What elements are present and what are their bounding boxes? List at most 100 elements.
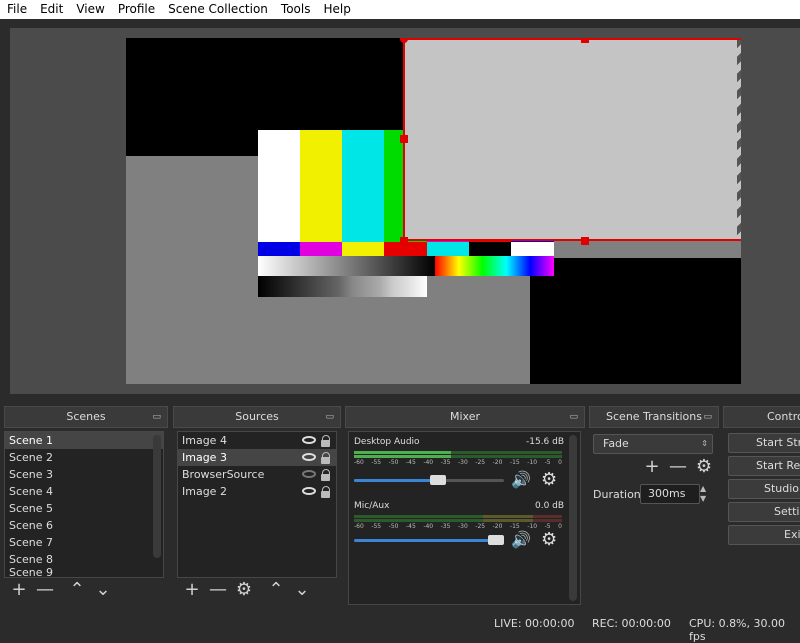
add-source-icon[interactable]: +	[179, 580, 205, 600]
transitions-dock-title: Scene Transitions ▭	[589, 406, 719, 428]
eye-icon[interactable]	[302, 487, 316, 495]
source-name: Image 4	[182, 434, 227, 447]
mixer-panel: Desktop Audio -15.6 dB -60 -55 -50 -45 -40 -3…	[348, 431, 581, 605]
menu-bar: File Edit View Profile Scene Collection …	[0, 0, 800, 19]
sources-toolbar: + — ⚙ ⌃ ⌄	[179, 580, 315, 600]
controls-dock-title: Controls	[723, 406, 800, 428]
menu-help[interactable]: Help	[316, 0, 356, 19]
image-source-black-bottom[interactable]	[530, 258, 741, 384]
source-item[interactable]: Image 2	[178, 483, 336, 500]
move-down-icon[interactable]: ⌄	[90, 580, 116, 600]
lock-icon[interactable]	[321, 486, 330, 498]
eye-icon[interactable]	[302, 436, 316, 444]
preview-canvas[interactable]	[126, 38, 741, 384]
menu-tools[interactable]: Tools	[274, 0, 317, 19]
remove-transition-icon[interactable]: —	[665, 457, 691, 477]
sources-dock-title: Sources ▭	[173, 406, 341, 428]
gear-icon[interactable]: ⚙	[541, 469, 557, 490]
scene-item[interactable]: Scene 6	[5, 517, 163, 534]
slider-handle[interactable]	[430, 475, 446, 485]
mixer-title: Mixer	[449, 410, 480, 423]
lock-icon[interactable]	[321, 469, 330, 481]
transition-select[interactable]: Fade ⇕	[593, 434, 713, 454]
scenes-toolbar: + — ⌃ ⌄	[6, 580, 116, 600]
volume-meter	[354, 515, 562, 518]
source-item[interactable]: Image 3	[178, 449, 336, 466]
remove-scene-icon[interactable]: —	[32, 580, 58, 600]
add-transition-icon[interactable]: +	[639, 457, 665, 477]
lock-icon[interactable]	[321, 452, 330, 464]
gear-icon[interactable]: ⚙	[541, 529, 557, 550]
speaker-icon[interactable]: 🔊	[511, 530, 531, 549]
move-up-icon[interactable]: ⌃	[263, 580, 289, 600]
sources-list[interactable]: Image 4 Image 3 BrowserSource Image 2	[177, 431, 337, 578]
channel-name: Desktop Audio	[354, 437, 420, 447]
channel-db: 0.0 dB	[535, 501, 565, 511]
volume-slider[interactable]	[354, 535, 504, 545]
scenes-title: Scenes	[66, 410, 106, 423]
resize-handle[interactable]	[400, 237, 408, 245]
duration-input[interactable]: 300ms	[640, 484, 700, 504]
menu-view[interactable]: View	[69, 0, 110, 19]
transition-value: Fade	[603, 437, 629, 450]
eye-icon[interactable]	[302, 453, 316, 461]
volume-meter	[354, 451, 562, 454]
menu-edit[interactable]: Edit	[33, 0, 69, 19]
undock-icon[interactable]: ▭	[569, 407, 578, 427]
scene-item[interactable]: Scene 9	[5, 568, 163, 578]
mixer-scrollbar[interactable]	[569, 435, 577, 601]
add-scene-icon[interactable]: +	[6, 580, 32, 600]
chevron-updown-icon: ⇕	[701, 439, 708, 448]
gear-icon[interactable]: ⚙	[231, 580, 257, 600]
live-status: LIVE: 00:00:00	[494, 617, 575, 630]
scene-item[interactable]: Scene 2	[5, 449, 163, 466]
duration-label: Duration	[593, 488, 641, 501]
scene-item[interactable]: Scene 7	[5, 534, 163, 551]
lock-icon[interactable]	[321, 435, 330, 447]
scenes-scrollbar[interactable]	[153, 435, 161, 558]
start-streaming-button[interactable]: Start Streaming	[728, 433, 800, 453]
speaker-icon[interactable]: 🔊	[511, 470, 531, 489]
undock-icon[interactable]: ▭	[152, 407, 161, 427]
menu-file[interactable]: File	[0, 0, 33, 19]
move-up-icon[interactable]: ⌃	[64, 580, 90, 600]
settings-button[interactable]: Settings	[728, 502, 800, 522]
scene-item[interactable]: Scene 5	[5, 500, 163, 517]
undock-icon[interactable]: ▭	[703, 407, 712, 427]
selected-image-source[interactable]	[403, 38, 741, 241]
volume-slider[interactable]	[354, 475, 504, 485]
duration-stepper-icon[interactable]: ▲ ▼	[700, 484, 706, 504]
source-name: Image 3	[182, 451, 227, 464]
meter-ticks: -60 -55 -50 -45 -40 -35 -30 -25 -20 -15 -10 -5 0	[354, 523, 562, 530]
sources-title: Sources	[235, 410, 279, 423]
undock-icon[interactable]: ▭	[325, 407, 334, 427]
resize-handle[interactable]	[581, 237, 589, 245]
menu-profile[interactable]: Profile	[111, 0, 161, 19]
slider-handle[interactable]	[488, 535, 504, 545]
gear-icon[interactable]: ⚙	[691, 457, 717, 477]
meter-ticks: -60 -55 -50 -45 -40 -35 -30 -25 -20 -15 -10 -5 0	[354, 459, 562, 466]
exit-button[interactable]: Exit	[728, 525, 800, 545]
scene-item[interactable]: Scene 4	[5, 483, 163, 500]
scene-item[interactable]: Scene 3	[5, 466, 163, 483]
studio-mode-button[interactable]: Studio Mode	[728, 479, 800, 499]
source-name: BrowserSource	[182, 468, 265, 481]
volume-meter	[354, 519, 562, 522]
eye-hidden-icon[interactable]	[302, 470, 316, 478]
remove-source-icon[interactable]: —	[205, 580, 231, 600]
preview-area[interactable]	[10, 28, 800, 394]
source-item[interactable]: BrowserSource	[178, 466, 336, 483]
move-down-icon[interactable]: ⌄	[289, 580, 315, 600]
channel-db: -15.6 dB	[526, 437, 565, 447]
volume-meter	[354, 455, 562, 458]
scenes-list[interactable]: Scene 1 Scene 2 Scene 3 Scene 4 Scene 5 …	[4, 431, 164, 578]
scene-item[interactable]: Scene 1	[5, 432, 163, 449]
start-recording-button[interactable]: Start Recording	[728, 456, 800, 476]
scene-item[interactable]: Scene 8	[5, 551, 163, 568]
source-item[interactable]: Image 4	[178, 432, 336, 449]
resize-handle[interactable]	[581, 38, 589, 43]
mixer-dock-title: Mixer ▭	[345, 406, 585, 428]
source-name: Image 2	[182, 485, 227, 498]
resize-handle[interactable]	[400, 135, 408, 143]
menu-scene-collection[interactable]: Scene Collection	[161, 0, 274, 19]
